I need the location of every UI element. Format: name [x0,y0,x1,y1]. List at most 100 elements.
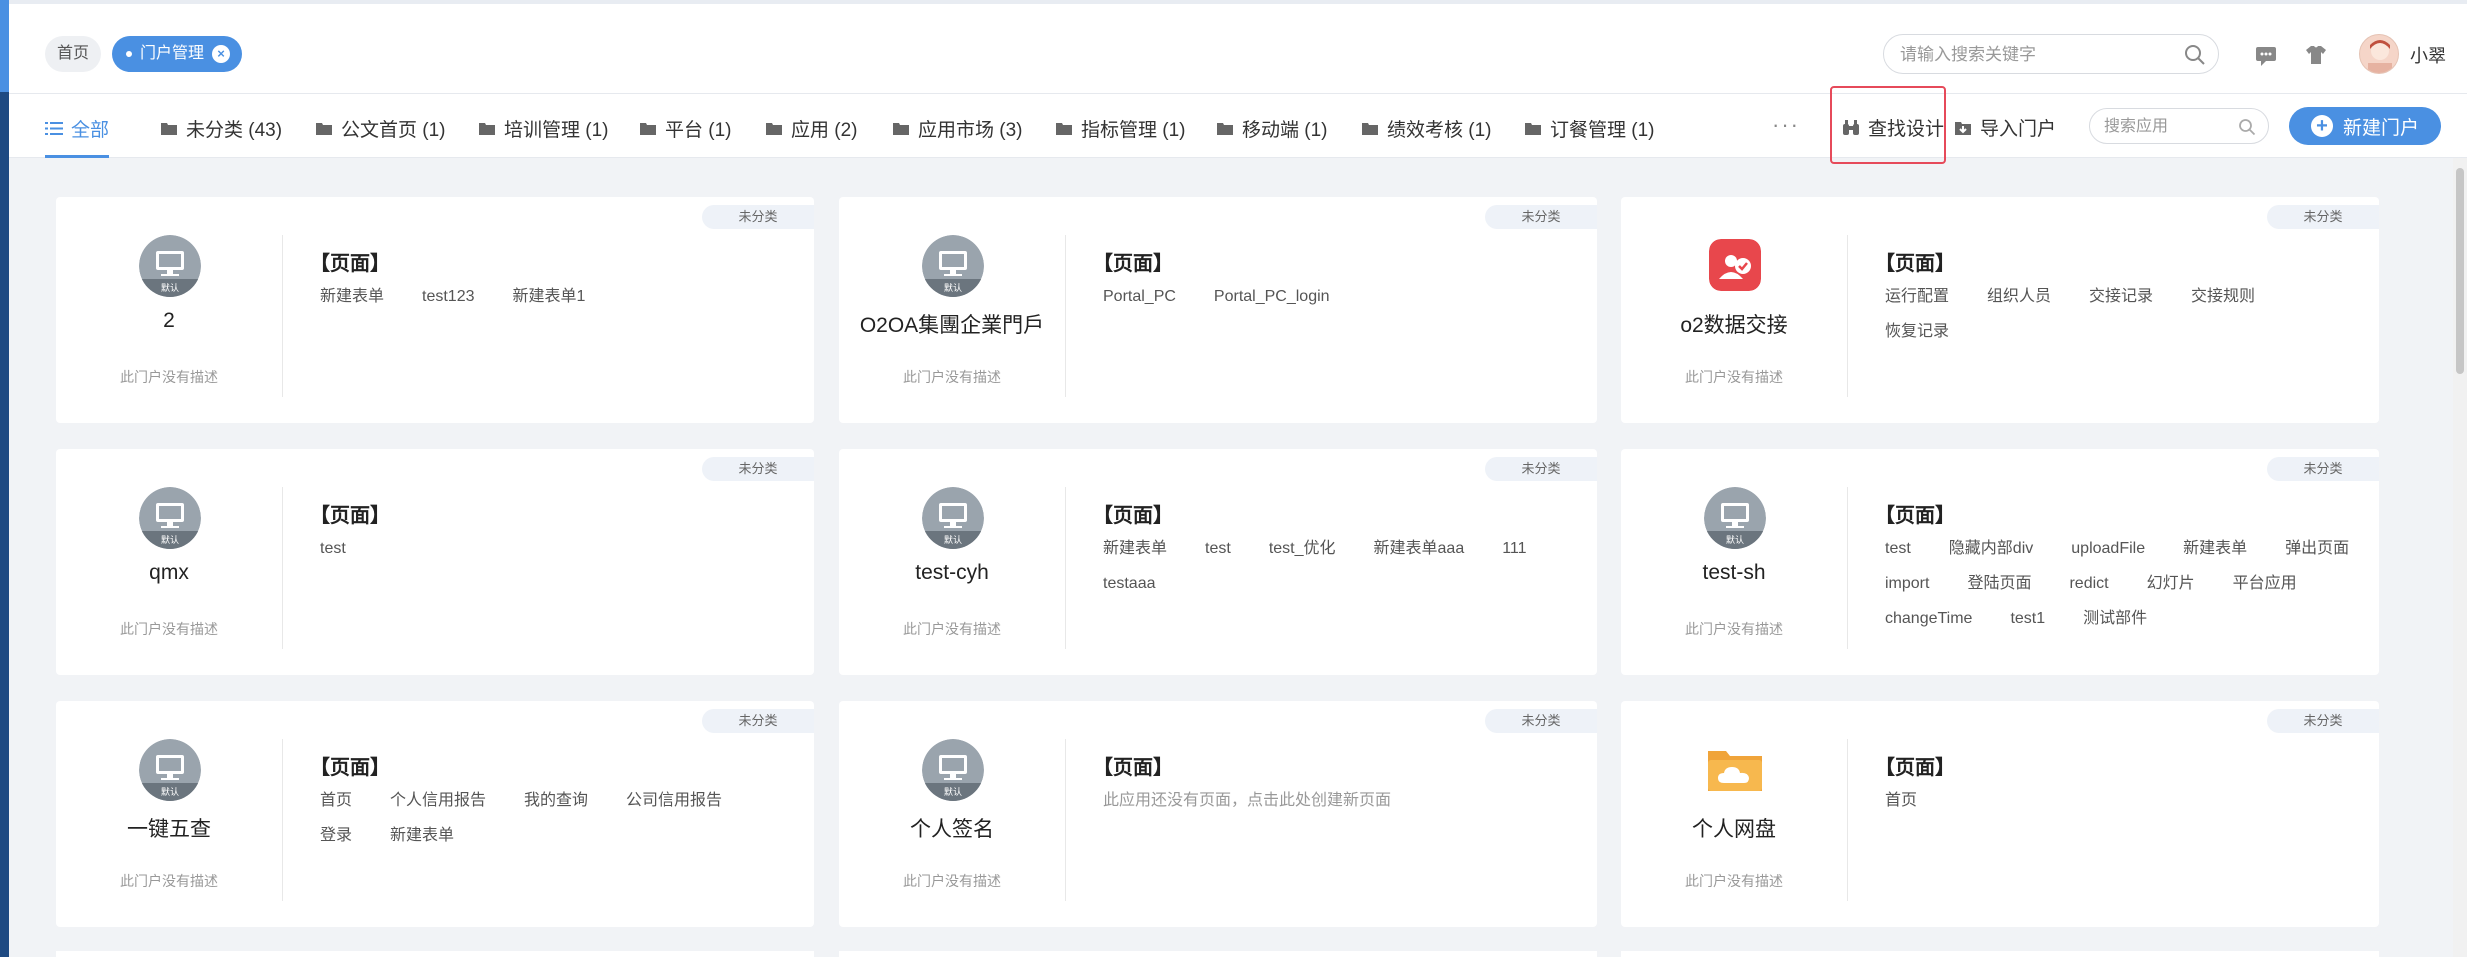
page-link[interactable]: import [1885,572,1929,595]
page-link[interactable]: 平台应用 [2233,572,2297,595]
page-link[interactable]: test [1885,537,1911,560]
folder-icon [1362,122,1378,135]
page-link[interactable]: 组织人员 [1987,285,2051,308]
page-link[interactable]: testaaa [1103,572,1155,595]
search-icon[interactable] [2184,44,2206,66]
new-portal-button[interactable]: + 新建门户 [2289,107,2441,145]
portal-name[interactable]: 个人签名 [839,813,1065,843]
portal-card[interactable]: 未分类 默认 2 此门户没有描述 【页面】 新建表单 test123 新建表单1 [56,197,814,423]
portal-card[interactable]: 未分类 默认 test-sh 此门户没有描述 【页面】 test 隐藏内部div… [1621,449,2379,675]
page-link[interactable]: test [320,537,346,560]
icon-badge: 默认 [944,282,962,294]
page-list: test [320,537,790,560]
portal-name[interactable]: test-sh [1621,561,1847,585]
portal-name[interactable]: test-cyh [839,561,1065,585]
page-link[interactable]: test_优化 [1269,537,1336,560]
page-link[interactable]: 隐藏内部div [1949,537,2033,560]
page-link[interactable]: 新建表单aaa [1374,537,1465,560]
page-link[interactable]: redict [2069,572,2108,595]
portal-card[interactable]: 未分类 o2数据交接 此门户没有描述 【页面】 运行配置 组织人员 交接记录 交… [1621,197,2379,423]
portal-name[interactable]: 2 [56,309,282,333]
portal-card-partial[interactable] [1621,951,2379,957]
skin-icon[interactable] [2303,42,2329,68]
page-link[interactable]: test [1205,537,1231,560]
portal-name[interactable]: 个人网盘 [1621,813,1847,843]
search-icon[interactable] [2238,118,2256,136]
portal-card[interactable]: 未分类 默认 test-cyh 此门户没有描述 【页面】 新建表单 test t… [839,449,1597,675]
page-link[interactable]: 弹出页面 [2285,537,2349,560]
page-link[interactable]: 公司信用报告 [626,789,722,812]
icon-badge: 默认 [161,534,179,546]
tab-platform[interactable]: 平台 (1) [639,114,732,142]
tab-meal-order[interactable]: 订餐管理 (1) [1524,114,1655,142]
page-link[interactable]: 我的查询 [524,789,588,812]
tab-uncategorized[interactable]: 未分类 (43) [160,114,282,142]
breadcrumb-label: 门户管理 [140,45,205,62]
close-tab-icon[interactable]: × [212,45,231,63]
tab-indicator[interactable]: 指标管理 (1) [1055,114,1186,142]
portal-card-partial[interactable] [839,951,1597,957]
tab-all[interactable]: 全部 [45,114,110,158]
page-link[interactable]: 个人信用报告 [390,789,486,812]
import-portal-button[interactable]: 导入门户 [1954,114,2056,141]
divider [1847,739,1848,901]
portal-name[interactable]: o2数据交接 [1621,309,1847,339]
portal-name[interactable]: 一键五查 [56,813,282,843]
page-link[interactable]: 新建表单 [320,285,384,308]
scrollbar-thumb[interactable] [2456,168,2464,374]
find-design-button[interactable]: 查找设计 [1842,114,1944,141]
create-page-link[interactable]: 此应用还没有页面，点击此处创建新页面 [1103,789,1391,812]
tab-training[interactable]: 培训管理 (1) [478,114,609,142]
tab-label: 培训管理 (1) [504,119,609,141]
message-icon[interactable] [2253,42,2279,68]
page-link[interactable]: 运行配置 [1885,285,1949,308]
app-search-input[interactable] [2104,116,2234,138]
default-monitor-icon: 默认 [139,235,201,297]
pages-title: 【页面】 [1875,505,1955,527]
app-search[interactable] [2089,108,2269,144]
portal-card[interactable]: 未分类 默认 qmx 此门户没有描述 【页面】 test [56,449,814,675]
page-link[interactable]: 交接记录 [2089,285,2153,308]
breadcrumb-home[interactable]: 首页 [45,36,101,72]
folder-icon [766,122,782,135]
tab-document-home[interactable]: 公文首页 (1) [315,114,446,142]
page-link[interactable]: Portal_PC_login [1214,285,1330,308]
page-link[interactable]: 111 [1502,537,1526,560]
page-link[interactable]: 测试部件 [2083,607,2147,630]
tab-performance[interactable]: 绩效考核 (1) [1361,114,1492,142]
page-link[interactable]: test1 [2010,607,2045,630]
page-link[interactable]: test123 [422,285,474,308]
tab-mobile[interactable]: 移动端 (1) [1216,114,1328,142]
tab-app-market[interactable]: 应用市场 (3) [892,114,1023,142]
username[interactable]: 小翠 [2410,42,2446,68]
tab-application[interactable]: 应用 (2) [765,114,858,142]
global-search[interactable] [1883,34,2219,74]
page-link[interactable]: 首页 [320,789,352,812]
page-link[interactable]: 首页 [1885,789,1917,812]
page-link[interactable]: 交接规则 [2191,285,2255,308]
portal-name[interactable]: qmx [56,561,282,585]
portal-card[interactable]: 未分类 个人网盘 此门户没有描述 【页面】 首页 [1621,701,2379,927]
portal-card[interactable]: 未分类 默认 O2OA集團企業門戶 此门户没有描述 【页面】 Portal_PC… [839,197,1597,423]
portal-card[interactable]: 未分类 默认 一键五查 此门户没有描述 【页面】 首页 个人信用报告 我的查询 … [56,701,814,927]
page-link[interactable]: 登陆页面 [1967,572,2031,595]
portal-name[interactable]: O2OA集團企業門戶 [839,309,1065,339]
page-link[interactable]: 新建表单 [2183,537,2247,560]
divider [1065,235,1066,397]
portal-card[interactable]: 未分类 默认 个人签名 此门户没有描述 【页面】 此应用还没有页面，点击此处创建… [839,701,1597,927]
breadcrumb-portal-management[interactable]: 门户管理 × [112,36,243,72]
page-link[interactable]: 恢复记录 [1885,320,1949,343]
avatar[interactable] [2359,34,2399,74]
page-link[interactable]: 新建表单 [1103,537,1167,560]
page-link[interactable]: 新建表单 [390,824,454,847]
page-link[interactable]: 新建表单1 [513,285,586,308]
page-link[interactable]: changeTime [1885,607,1972,630]
portal-card-partial[interactable] [56,951,814,957]
more-tabs-button[interactable]: ··· [1772,112,1800,138]
page-link[interactable]: uploadFile [2071,537,2145,560]
page-link[interactable]: Portal_PC [1103,285,1176,308]
page-link[interactable]: 幻灯片 [2147,572,2195,595]
global-search-input[interactable] [1900,43,2170,67]
icon-badge: 默认 [161,786,179,798]
page-link[interactable]: 登录 [320,824,352,847]
